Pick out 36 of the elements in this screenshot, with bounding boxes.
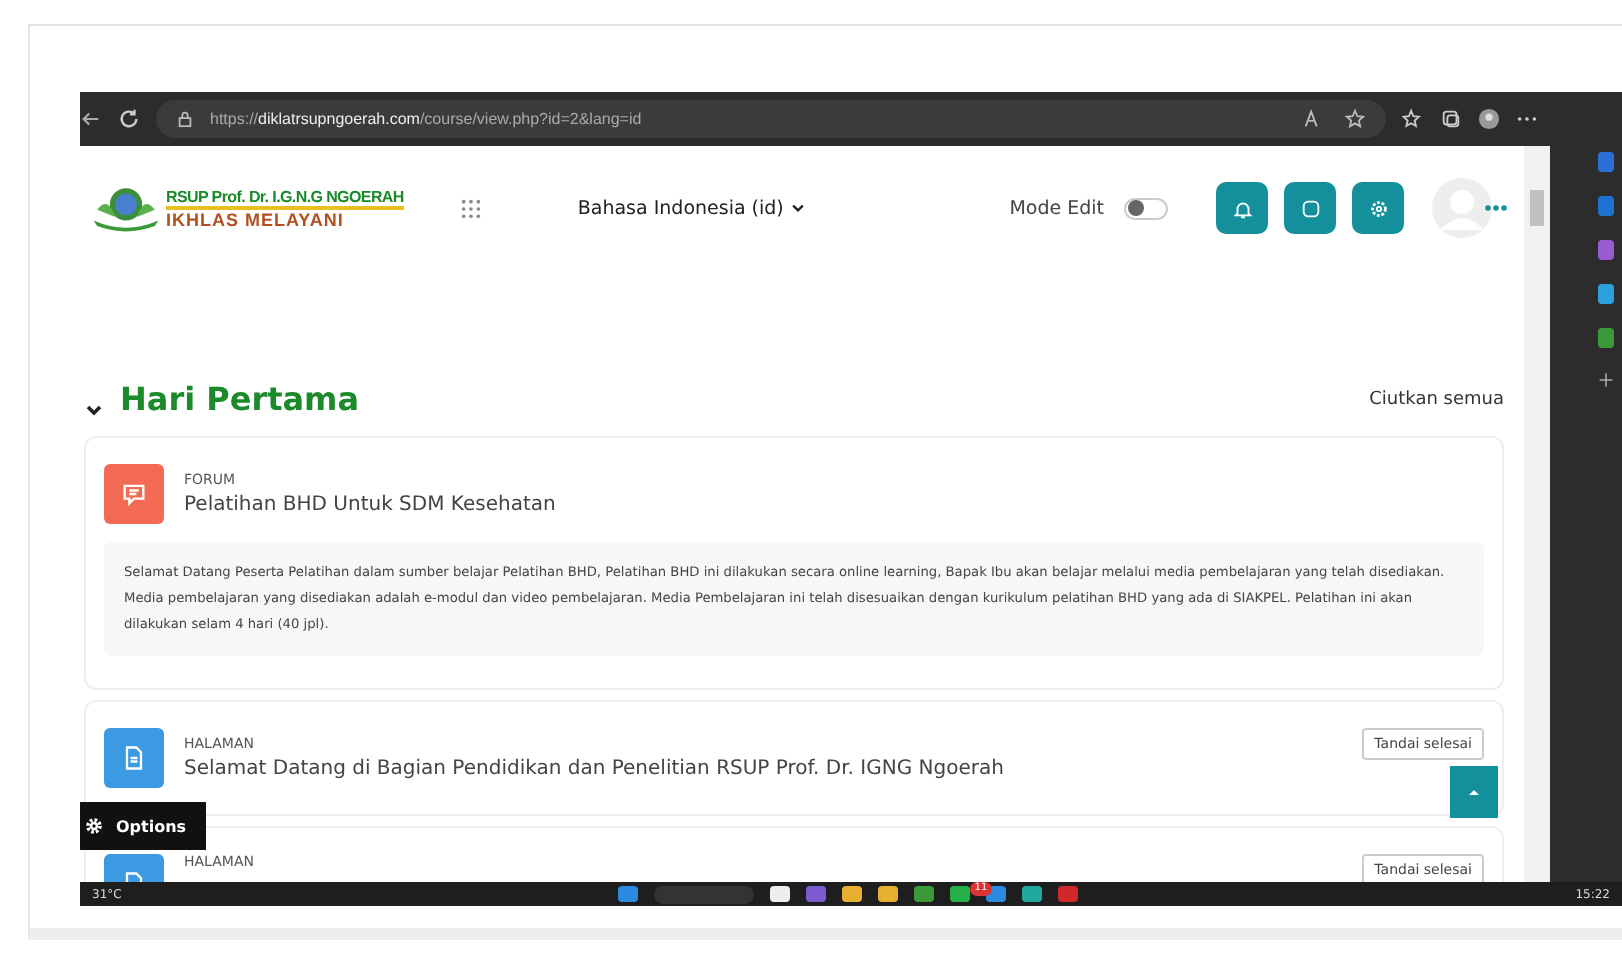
options-button[interactable]: Options xyxy=(80,802,207,850)
app-grid-icon[interactable] xyxy=(459,197,482,219)
add-icon[interactable] xyxy=(1598,372,1614,388)
forum-icon xyxy=(104,464,164,524)
scrollbar[interactable] xyxy=(1524,146,1550,882)
lock-icon[interactable] xyxy=(176,110,194,128)
collapse-all-link[interactable]: Ciutkan semua xyxy=(1369,389,1504,409)
edit-mode-toggle[interactable] xyxy=(1124,197,1168,219)
notifications-button[interactable] xyxy=(1216,182,1268,234)
taskbar-search-field[interactable] xyxy=(654,885,755,903)
hospital-logo-icon xyxy=(90,184,162,232)
edit-mode-label: Mode Edit xyxy=(1009,197,1104,219)
gear-icon xyxy=(1367,197,1389,219)
app-icon[interactable] xyxy=(878,886,899,902)
address-bar[interactable]: https://diklatrsupngoerah.com/course/view.php?id=2&lang=id xyxy=(156,100,1386,138)
language-menu[interactable]: Bahasa Indonesia (id) xyxy=(577,197,784,219)
caret-icon[interactable] xyxy=(789,200,806,216)
messages-button[interactable] xyxy=(1284,182,1336,234)
logo-title: RSUP Prof. Dr. I.G.N.G NGOERAH xyxy=(166,187,404,209)
activity-title[interactable]: Pelatihan BHD Untuk SDM Kesehatan xyxy=(184,494,1484,516)
section-title: Hari Pertama xyxy=(120,380,360,418)
back-icon[interactable] xyxy=(80,108,102,130)
reload-icon[interactable] xyxy=(118,108,140,130)
profile-icon[interactable] xyxy=(1478,108,1500,130)
favorites-icon[interactable] xyxy=(1402,108,1424,130)
settings-button[interactable] xyxy=(1352,182,1404,234)
star-icon[interactable] xyxy=(1344,108,1366,130)
page-icon xyxy=(104,728,164,788)
logo-motto: IKHLAS MELAYANI xyxy=(166,209,346,229)
collections-icon[interactable] xyxy=(1440,108,1462,130)
bell-icon xyxy=(1231,197,1253,219)
activity-title[interactable]: Selamat Datang di Bagian Pendidikan dan Penelitian RSUP Prof. Dr. IGNG Ngoerah xyxy=(184,758,1343,780)
chat-icon xyxy=(1299,197,1321,219)
gear-icon xyxy=(84,816,104,836)
user-menu-icon[interactable] xyxy=(1484,204,1508,212)
app-icon[interactable] xyxy=(914,886,935,902)
